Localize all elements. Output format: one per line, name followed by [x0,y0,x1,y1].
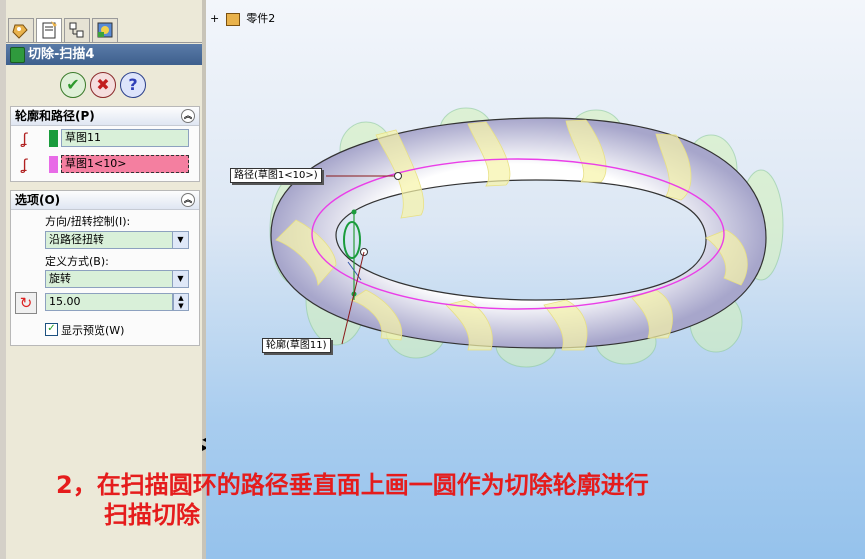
chevron-down-icon: ▼ [172,271,188,287]
profile-path-group: 轮廓和路径(P) ︽ ʆ 草图11 ʆ 草图1<10> [10,106,200,182]
define-value: 旋转 [49,272,71,285]
property-icon [42,21,57,39]
path-color-swatch [49,156,58,173]
angle-spinner[interactable]: ▲ ▼ [173,293,189,311]
reverse-direction-icon[interactable]: ↻ [15,292,37,314]
close-icon: ✖ [96,75,110,94]
options-group-title: 选项(O) [15,193,61,207]
help-button[interactable]: ? [120,72,146,98]
tab-configuration-manager[interactable] [64,18,90,42]
profile-selection-icon: ʆ [22,130,28,148]
define-label: 定义方式(B): [45,255,109,268]
define-select[interactable]: 旋转 ▼ [45,270,189,288]
manager-tabs [6,18,202,43]
profile-path-group-title: 轮廓和路径(P) [15,109,95,123]
preview-checkbox[interactable]: ✓ [45,323,58,336]
annotation-line-1: 2，在扫描圆环的路径垂直面上画一圆作为切除轮廓进行 [56,471,649,499]
cancel-button[interactable]: ✖ [90,72,116,98]
path-field[interactable]: 草图1<10> [61,155,189,173]
ok-button[interactable]: ✔ [60,72,86,98]
angle-input[interactable]: 15.00 [45,293,173,311]
orientation-select[interactable]: 沿路径扭转 ▼ [45,231,189,249]
tab-feature-manager[interactable] [8,18,34,42]
tab-display-manager[interactable] [92,18,118,42]
feature-header: 切除-扫描4 [6,44,202,65]
profile-path-group-header[interactable]: 轮廓和路径(P) ︽ [11,107,199,126]
profile-field[interactable]: 草图11 [61,129,189,147]
collapse-chevron-icon[interactable]: ︽ [181,193,195,207]
path-selection-icon: ʆ [22,156,28,174]
preview-label: 显示预览(W) [61,324,125,337]
profile-color-swatch [49,130,58,147]
cut-sweep-icon [10,47,25,63]
options-group-header[interactable]: 选项(O) ︽ [11,191,199,210]
help-icon: ? [128,75,138,94]
checkmark-icon: ✔ [66,75,80,94]
display-manager-icon [97,22,113,38]
annotation-text: 2，在扫描圆环的路径垂直面上画一圆作为切除轮廓进行 扫描切除 [56,470,696,530]
path-anchor-point [394,172,402,180]
annotation-line-2: 扫描切除 [104,501,200,529]
configuration-icon [69,22,84,38]
orientation-value: 沿路径扭转 [49,233,104,246]
orientation-label: 方向/扭转控制(I): [45,215,131,228]
collapse-chevron-icon[interactable]: ︽ [181,109,195,123]
page-title: 切除-扫描4 [28,47,95,62]
options-group: 选项(O) ︽ 方向/扭转控制(I): 沿路径扭转 ▼ 定义方式(B): 旋转 … [10,190,200,346]
chevron-down-icon: ▼ [172,232,188,248]
feature-tree-icon [12,24,28,39]
path-callout[interactable]: 路径(草图1<10>) [230,168,322,183]
profile-callout[interactable]: 轮廓(草图11) [262,338,331,353]
tab-property-manager[interactable] [36,18,62,42]
